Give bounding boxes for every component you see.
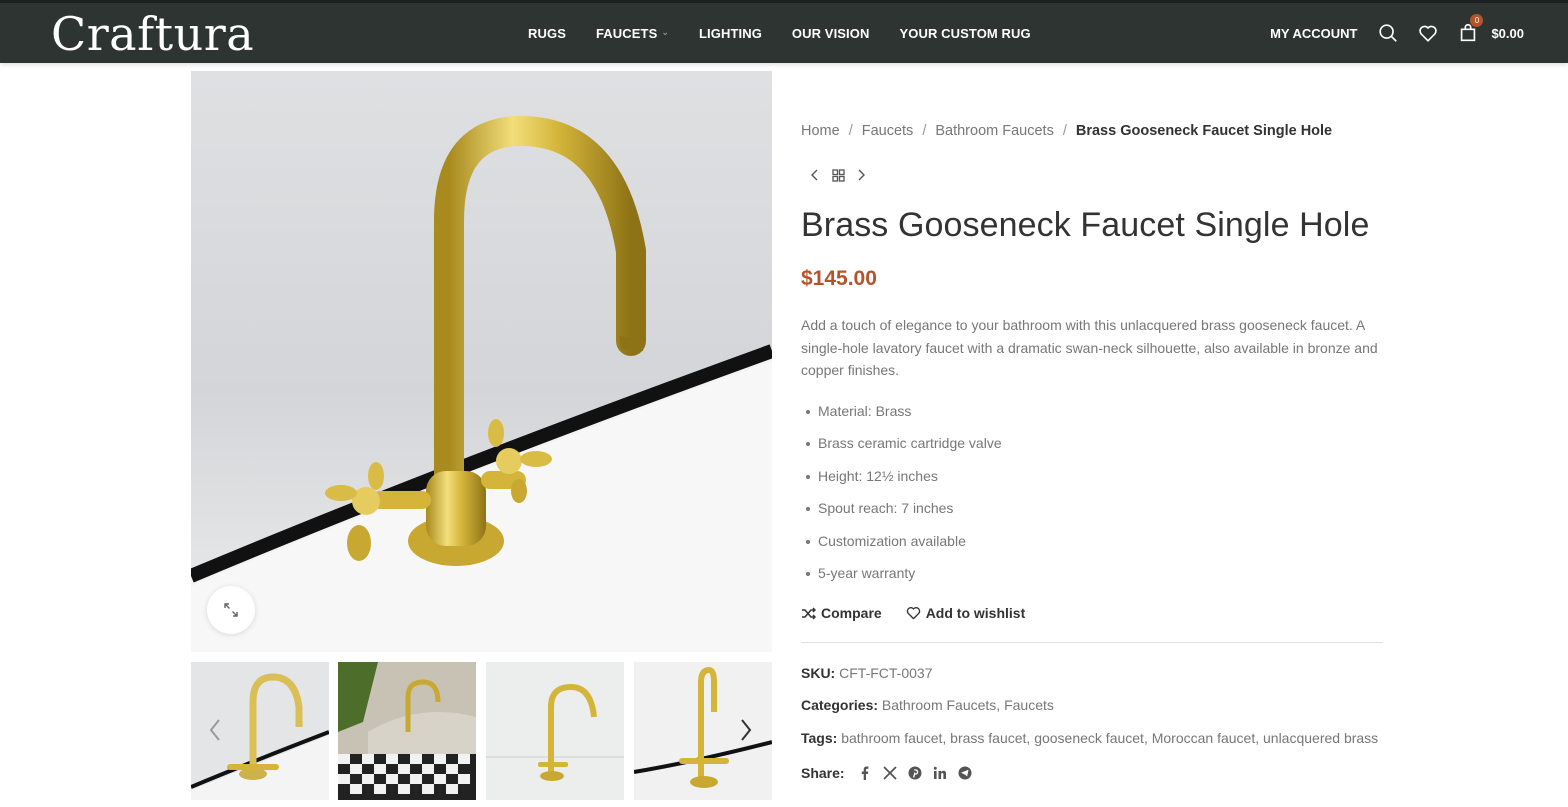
- thumbnail-2[interactable]: [338, 662, 476, 800]
- product-actions: Compare Add to wishlist: [801, 605, 1049, 621]
- product-features: Material: Brass Brass ceramic cartridge …: [806, 401, 1002, 595]
- breadcrumb-home[interactable]: Home: [801, 123, 840, 139]
- breadcrumb: Home / Faucets / Bathroom Faucets / Brass Goos…: [801, 123, 1332, 139]
- site-logo[interactable]: Craftura: [51, 9, 254, 59]
- site-header: Craftura RUGS FAUCETS ⌄ LIGHTING OUR VISI…: [0, 0, 1568, 63]
- x-icon[interactable]: [878, 764, 903, 782]
- nav-item-lighting[interactable]: LIGHTING: [699, 26, 762, 41]
- nav-label: RUGS: [528, 25, 566, 41]
- breadcrumb-faucets[interactable]: Faucets: [862, 123, 914, 139]
- breadcrumb-separator: /: [922, 123, 927, 139]
- breadcrumb-bathroom-faucets[interactable]: Bathroom Faucets: [935, 123, 1053, 139]
- chevron-left-icon: [209, 719, 220, 741]
- feature-item: Height: 12½ inches: [806, 466, 1002, 498]
- thumbnail-prev-button[interactable]: [205, 712, 225, 748]
- thumbnail-next-button[interactable]: [736, 712, 756, 748]
- thumbnail-3[interactable]: [486, 662, 624, 800]
- chevron-right-icon: [858, 169, 865, 181]
- back-to-products-button[interactable]: [829, 166, 847, 184]
- nav-label: OUR VISION: [791, 25, 870, 41]
- thumbnail-image: [338, 662, 476, 800]
- shuffle-icon: [802, 606, 816, 620]
- previous-product-button[interactable]: [805, 166, 823, 184]
- cart-count-badge: 0: [1470, 14, 1484, 27]
- feature-item: 5-year warranty: [806, 563, 1002, 595]
- nav-item-faucets[interactable]: FAUCETS ⌄: [596, 26, 669, 41]
- categories-links[interactable]: Bathroom Faucets, Faucets: [882, 697, 1054, 713]
- share-bar: Share:: [801, 764, 978, 782]
- chevron-down-icon: ⌄: [661, 26, 669, 37]
- add-to-wishlist-button[interactable]: Add to wishlist: [906, 605, 1026, 621]
- zoom-button[interactable]: [207, 586, 255, 634]
- nav-item-our-vision[interactable]: OUR VISION: [792, 26, 870, 41]
- sku-value: CFT-FCT-0037: [839, 665, 933, 681]
- heart-icon: [906, 607, 920, 620]
- product-main-image[interactable]: [191, 71, 772, 652]
- search-icon[interactable]: [1377, 22, 1399, 44]
- feature-item: Spout reach: 7 inches: [806, 498, 1002, 530]
- product-categories: Categories: Bathroom Faucets, Faucets: [801, 697, 1054, 713]
- breadcrumb-separator: /: [848, 123, 853, 139]
- thumbnail-strip: [191, 662, 772, 800]
- product-sku: SKU: CFT-FCT-0037: [801, 665, 932, 681]
- next-product-button[interactable]: [853, 166, 871, 184]
- product-description: Add a touch of elegance to your bathroom…: [801, 317, 1378, 378]
- divider: [801, 642, 1383, 643]
- sku-label: SKU:: [801, 665, 836, 681]
- my-account-link[interactable]: MY ACCOUNT: [1270, 26, 1357, 41]
- feature-item: Customization available: [806, 531, 1002, 563]
- main-nav: RUGS FAUCETS ⌄ LIGHTING OUR VISION YOUR C…: [528, 3, 1061, 63]
- pinterest-icon[interactable]: [903, 764, 928, 782]
- share-label: Share:: [801, 765, 845, 781]
- compare-button[interactable]: Compare: [801, 605, 882, 621]
- expand-icon: [224, 603, 238, 617]
- cart-icon[interactable]: 0: [1457, 14, 1484, 44]
- breadcrumb-current: Brass Gooseneck Faucet Single Hole: [1075, 123, 1333, 139]
- chevron-right-icon: [741, 719, 752, 741]
- cart-total[interactable]: $0.00: [1491, 26, 1524, 41]
- chevron-left-icon: [811, 169, 818, 181]
- nav-label: YOUR CUSTOM RUG: [899, 25, 1031, 41]
- nav-item-your-custom-rug[interactable]: YOUR CUSTOM RUG: [899, 26, 1030, 41]
- faucet-photo: [191, 115, 772, 652]
- wishlist-label: Add to wishlist: [925, 605, 1026, 621]
- breadcrumb-separator: /: [1062, 123, 1067, 139]
- product-title: Brass Gooseneck Faucet Single Hole: [801, 206, 1370, 244]
- grid-icon: [831, 168, 845, 182]
- product-navigation: [805, 166, 877, 184]
- feature-item: Brass ceramic cartridge valve: [806, 433, 1002, 465]
- tags-label: Tags:: [801, 730, 838, 746]
- telegram-icon[interactable]: [953, 764, 978, 782]
- thumbnail-image: [486, 683, 624, 781]
- header-actions: MY ACCOUNT 0 $0.00: [1270, 3, 1524, 63]
- nav-label: LIGHTING: [699, 25, 762, 41]
- linkedin-icon[interactable]: [928, 764, 953, 782]
- product-price: $145.00: [801, 267, 877, 290]
- product-tags: Tags: bathroom faucet, brass faucet, goo…: [801, 730, 1378, 746]
- heart-icon[interactable]: [1417, 22, 1439, 44]
- categories-label: Categories:: [801, 697, 879, 713]
- tags-links[interactable]: bathroom faucet, brass faucet, gooseneck…: [841, 730, 1378, 746]
- compare-label: Compare: [821, 605, 882, 621]
- nav-label: FAUCETS: [595, 25, 658, 41]
- nav-item-rugs[interactable]: RUGS: [528, 26, 566, 41]
- facebook-icon[interactable]: [853, 764, 878, 782]
- feature-item: Material: Brass: [806, 401, 1002, 433]
